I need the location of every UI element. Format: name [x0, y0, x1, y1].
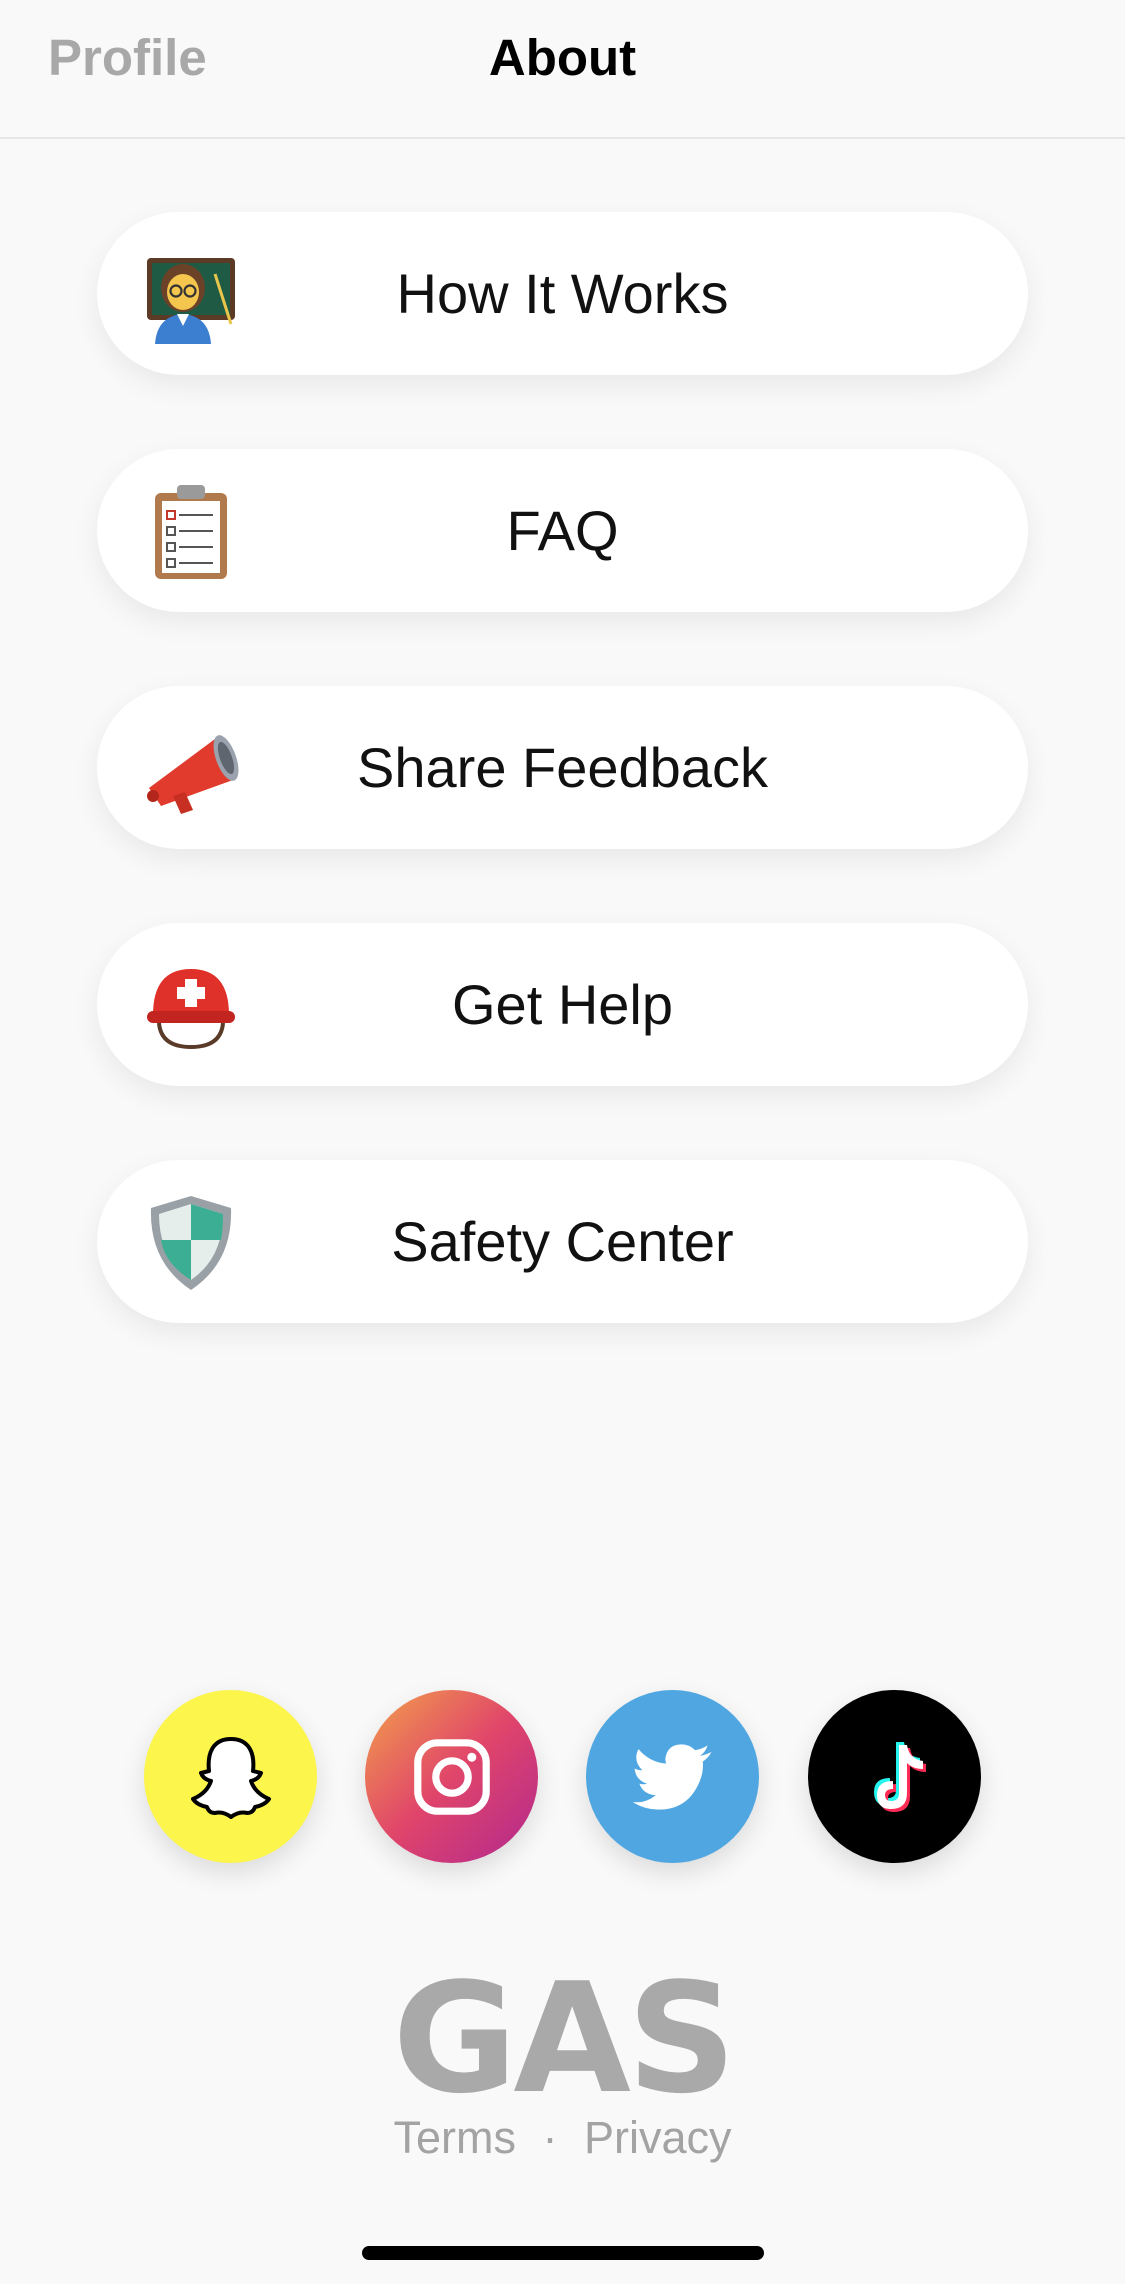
get-help-button[interactable]: Get Help — [97, 923, 1028, 1086]
snapchat-button[interactable] — [144, 1690, 317, 1863]
megaphone-icon — [141, 718, 241, 818]
home-indicator[interactable] — [362, 2246, 764, 2260]
rescue-helmet-icon — [141, 955, 241, 1055]
snapchat-icon — [181, 1727, 281, 1827]
legal-separator: · — [542, 2112, 558, 2163]
faq-button[interactable]: FAQ — [97, 449, 1028, 612]
privacy-link[interactable]: Privacy — [584, 2112, 732, 2164]
twitter-button[interactable] — [586, 1690, 759, 1863]
legal-links: Terms · Privacy — [0, 2112, 1125, 2164]
tiktok-icon — [845, 1727, 945, 1827]
shield-icon — [141, 1192, 241, 1292]
top-nav: About Profile — [0, 0, 1125, 139]
how-it-works-button[interactable]: How It Works — [97, 212, 1028, 375]
gas-logo: GAS — [392, 1950, 737, 2127]
tab-profile[interactable]: Profile — [48, 28, 207, 87]
twitter-icon — [625, 1729, 721, 1825]
terms-link[interactable]: Terms — [393, 2112, 516, 2164]
instagram-button[interactable] — [365, 1690, 538, 1863]
tiktok-button[interactable] — [808, 1690, 981, 1863]
share-feedback-button[interactable]: Share Feedback — [97, 686, 1028, 849]
instagram-icon — [407, 1732, 497, 1822]
safety-center-button[interactable]: Safety Center — [97, 1160, 1028, 1323]
clipboard-icon — [141, 481, 241, 581]
teacher-icon — [141, 244, 241, 344]
